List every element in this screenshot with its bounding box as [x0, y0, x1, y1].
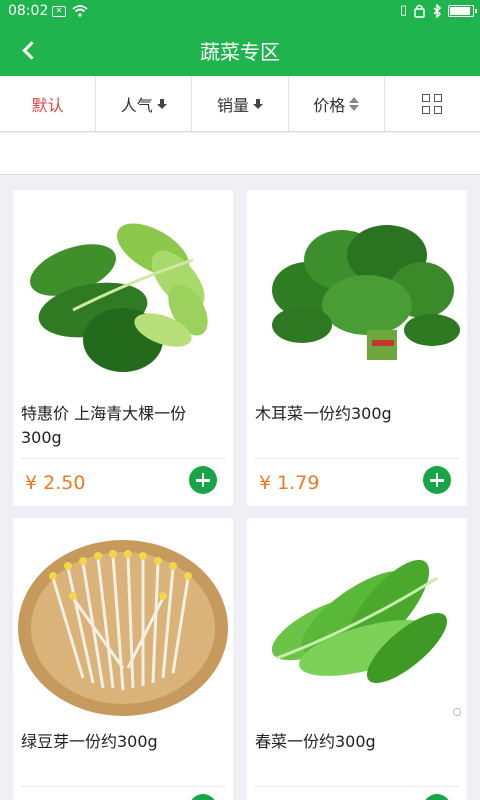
product-image-bok-choy — [30, 223, 208, 372]
app-header: 蔬菜专区 — [0, 24, 480, 76]
tab-label: 价格 — [313, 95, 346, 115]
divider — [21, 786, 225, 787]
tab-label: 人气 — [120, 95, 153, 115]
product-price: ¥ 1.79 — [259, 472, 320, 494]
down-arrow-icon — [253, 98, 264, 110]
wifi-icon — [72, 5, 88, 17]
bluetooth-icon — [433, 4, 442, 18]
divider — [21, 458, 225, 459]
search-icon — [453, 708, 461, 716]
grid-view-icon — [422, 93, 443, 114]
tab-default[interactable]: 默认 — [0, 76, 97, 131]
alarm-icon — [414, 4, 425, 18]
product-grid: 特惠价 上海青大棵一份300g ¥ 2.50 木耳菜一份约300g ¥ 1.79 — [0, 176, 480, 800]
add-to-cart-button[interactable] — [189, 466, 217, 494]
product-price: ¥ 2.50 — [25, 472, 86, 494]
add-to-cart-button[interactable] — [423, 794, 451, 800]
tab-popularity[interactable]: 人气 — [96, 76, 193, 131]
mail-x-icon: ✕ — [52, 5, 66, 17]
tab-label: 销量 — [217, 95, 250, 115]
product-name: 绿豆芽一份约300g — [21, 732, 158, 751]
divider — [255, 458, 459, 459]
divider — [255, 786, 459, 787]
status-time: 08:02 — [8, 3, 49, 19]
filter-strip — [0, 133, 480, 175]
tab-label: 默认 — [31, 95, 64, 115]
sort-bar: 默认 人气 销量 价格 — [0, 76, 480, 132]
down-arrow-icon — [156, 98, 167, 110]
tab-sales[interactable]: 销量 — [192, 76, 289, 131]
sort-updown-icon — [349, 96, 360, 111]
add-to-cart-button[interactable] — [189, 794, 217, 800]
vibrate-icon: ▯ — [399, 3, 407, 18]
product-card[interactable]: 春菜一份约300g — [247, 518, 467, 800]
product-card[interactable]: 木耳菜一份约300g ¥ 1.79 — [247, 190, 467, 506]
battery-icon — [448, 5, 477, 17]
product-name: 特惠价 上海青大棵一份300g — [21, 404, 187, 447]
add-to-cart-button[interactable] — [423, 466, 451, 494]
product-name: 春菜一份约300g — [255, 732, 376, 751]
page-title: 蔬菜专区 — [200, 40, 280, 64]
product-image-mung-bean-sprouts — [18, 540, 228, 716]
product-image-malabar-spinach — [272, 225, 460, 360]
grid-view-toggle[interactable] — [385, 76, 480, 131]
tab-price[interactable]: 价格 — [289, 76, 385, 131]
product-card[interactable]: 绿豆芽一份约300g — [13, 518, 233, 800]
product-card[interactable]: 特惠价 上海青大棵一份300g ¥ 2.50 — [13, 190, 233, 506]
status-bar: 08:02 ✕ ▯ — [0, 0, 480, 24]
product-name: 木耳菜一份约300g — [255, 404, 392, 423]
product-image-leafy-greens — [271, 559, 448, 683]
